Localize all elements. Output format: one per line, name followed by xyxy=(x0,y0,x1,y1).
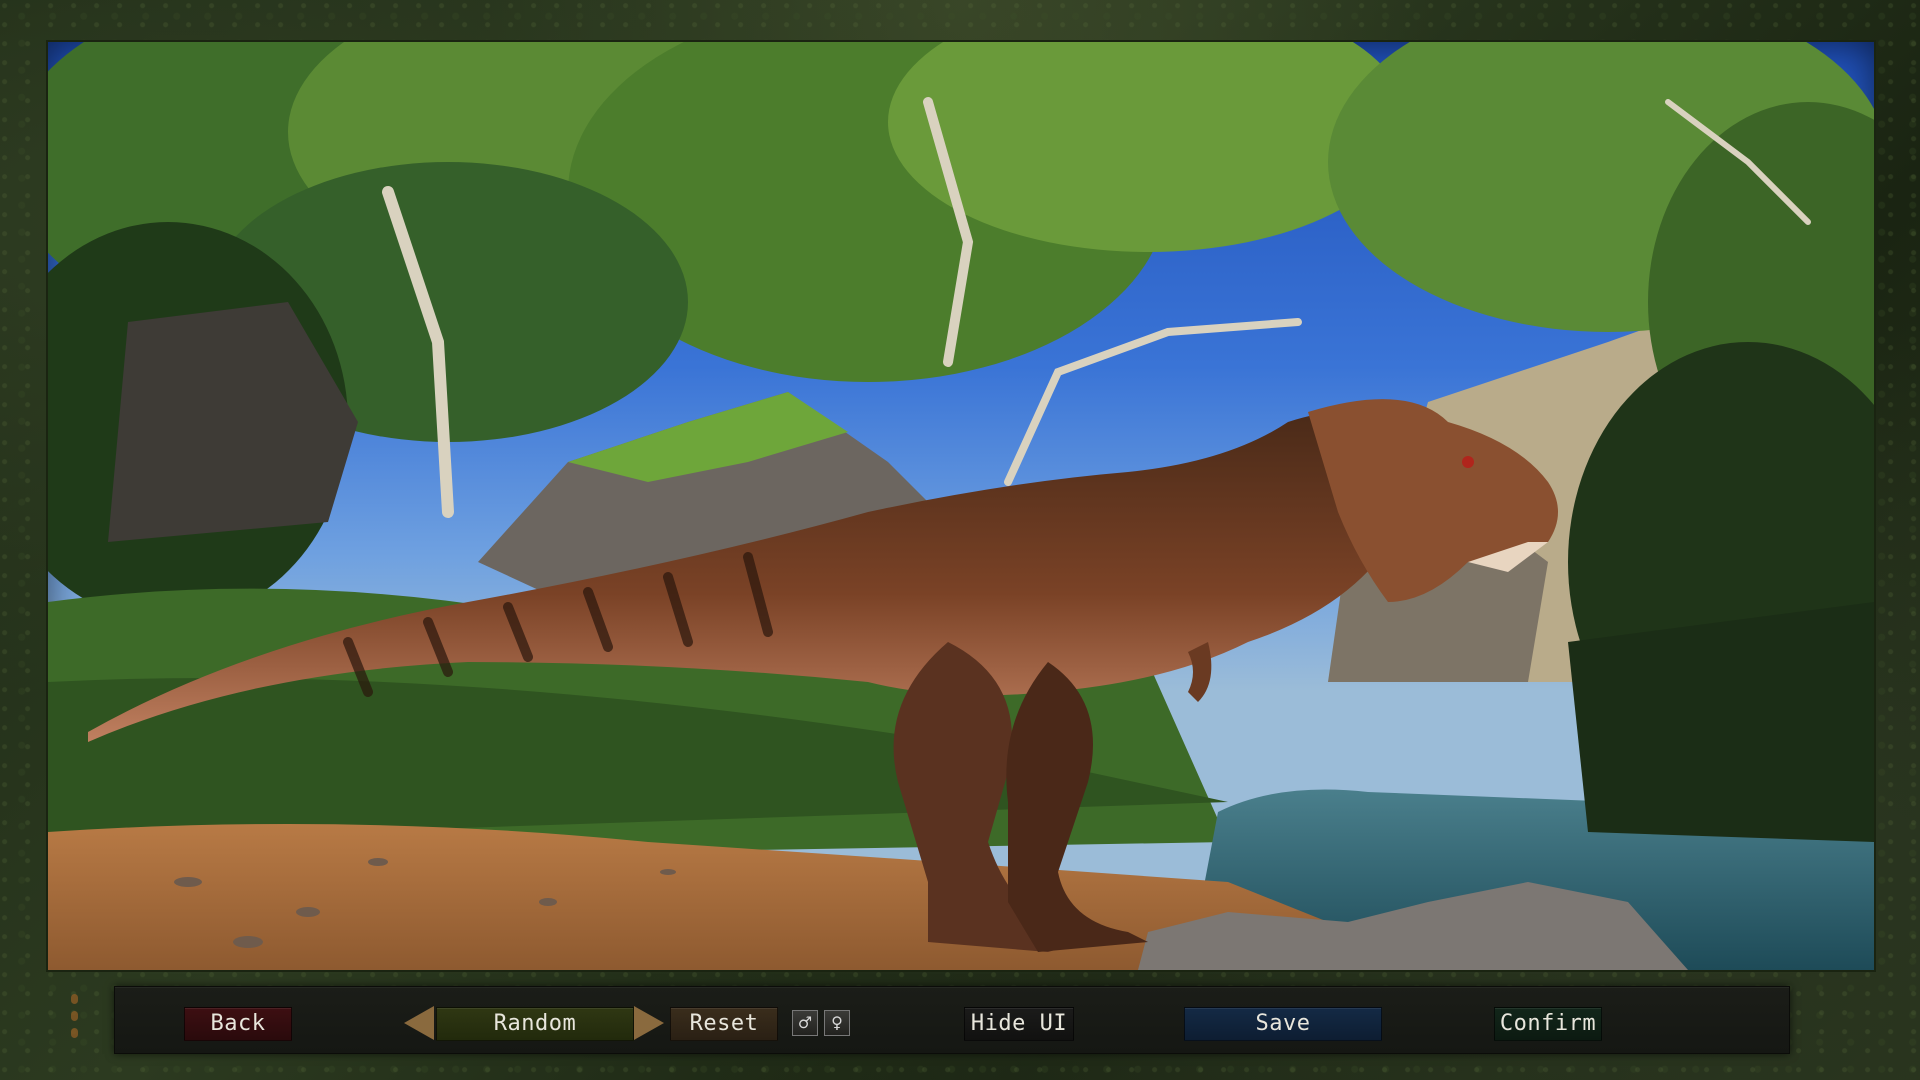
side-ornament xyxy=(68,994,80,1038)
hide-ui-button[interactable]: Hide UI xyxy=(964,1007,1074,1041)
creature-preview-scene[interactable] xyxy=(46,40,1876,972)
scene-illustration xyxy=(48,42,1874,970)
back-button[interactable]: Back xyxy=(184,1007,292,1041)
male-icon[interactable]: ♂ xyxy=(792,1010,818,1036)
previous-arrow-icon[interactable] xyxy=(404,1006,434,1040)
reset-button[interactable]: Reset xyxy=(670,1007,778,1041)
confirm-button[interactable]: Confirm xyxy=(1494,1007,1602,1041)
female-icon[interactable]: ♀ xyxy=(824,1010,850,1036)
save-button[interactable]: Save xyxy=(1184,1007,1382,1041)
random-button[interactable]: Random xyxy=(436,1007,634,1041)
next-arrow-icon[interactable] xyxy=(634,1006,664,1040)
